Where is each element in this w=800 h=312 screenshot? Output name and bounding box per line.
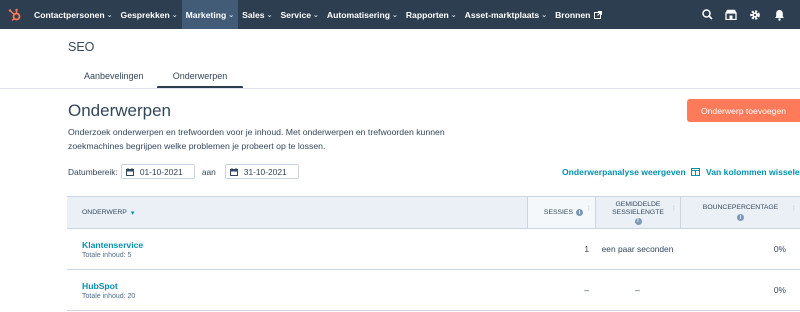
- chevron-down-icon: ⌄: [228, 11, 235, 19]
- date-from-field[interactable]: 01-10-2021: [120, 164, 195, 179]
- topic-link[interactable]: HubSpot: [82, 281, 118, 291]
- nav-item-sales[interactable]: Sales ⌄: [238, 0, 276, 29]
- date-separator: aan: [201, 166, 216, 177]
- date-to-field[interactable]: 31-10-2021: [224, 164, 299, 179]
- nav-item-gesprekken[interactable]: Gesprekken ⌄: [117, 0, 182, 29]
- nav-item-automatisering[interactable]: Automatisering ⌄: [323, 0, 402, 29]
- top-navigation: Contactpersonen ⌄ Gesprekken ⌄ Marketing ⌄ …: [0, 0, 800, 29]
- tab-onderwerpen[interactable]: Onderwerpen: [157, 63, 243, 89]
- nav-item-service[interactable]: Service ⌄: [276, 0, 322, 29]
- topics-table: ONDERWERP ▾ SESSIES i ⋮ GEMIDDELDE SESSI…: [67, 196, 800, 311]
- nav-item-asset-marktplaats[interactable]: Asset-marktplaats ⌄: [461, 0, 551, 29]
- hubspot-logo-icon[interactable]: [0, 0, 30, 29]
- column-header-topic[interactable]: ONDERWERP ▾: [67, 197, 527, 228]
- section-title: Onderwerpen: [68, 101, 172, 120]
- nav-item-bronnen[interactable]: Bronnen: [551, 0, 606, 29]
- switch-columns-link[interactable]: Van kolommen wisselen: [691, 167, 800, 177]
- tabs-divider: [0, 88, 800, 89]
- column-header-bounce-rate[interactable]: BOUNCEPERCENTAGE i ⋮: [680, 197, 800, 228]
- page-title: SEO: [68, 40, 95, 54]
- switch-columns-label: Van kolommen wisselen: [706, 167, 800, 177]
- notifications-icon[interactable]: [772, 8, 786, 22]
- topic-analysis-link[interactable]: Onderwerpanalyse weergeven: [562, 167, 686, 177]
- sessions-cell: 1: [584, 244, 589, 254]
- page-tabs: Aanbevelingen Onderwerpen: [68, 63, 243, 89]
- column-header-sessions[interactable]: SESSIES i ⋮: [527, 197, 595, 228]
- column-resize-icon[interactable]: ⋮: [671, 206, 677, 212]
- table-row: HubSpot Totale inhoud: 20 – – 0%: [67, 270, 800, 311]
- sessions-cell: –: [584, 285, 589, 295]
- info-icon[interactable]: i: [576, 209, 583, 216]
- external-link-icon: [594, 10, 603, 19]
- chevron-down-icon: ⌄: [313, 11, 319, 19]
- nav-utility-icons: [700, 0, 786, 29]
- topic-cell: HubSpot Totale inhoud: 20: [67, 270, 527, 310]
- topic-content-count: Totale inhoud: 5: [82, 251, 132, 259]
- settings-icon[interactable]: [748, 8, 762, 22]
- tab-aanbevelingen[interactable]: Aanbevelingen: [68, 63, 156, 88]
- chevron-down-icon: ⌄: [450, 11, 457, 19]
- column-resize-icon[interactable]: ⋮: [791, 206, 797, 212]
- chevron-down-icon: ⌄: [171, 11, 178, 19]
- info-icon[interactable]: i: [737, 214, 744, 221]
- topic-link[interactable]: Klantenservice: [82, 240, 143, 250]
- table-row: Klantenservice Totale inhoud: 5 1 een pa…: [67, 229, 800, 270]
- nav-item-marketing[interactable]: Marketing ⌄: [181, 0, 239, 29]
- chevron-down-icon: ⌄: [391, 11, 398, 19]
- chevron-down-icon: ⌄: [106, 11, 113, 19]
- nav-item-rapporten[interactable]: Rapporten ⌄: [402, 0, 461, 29]
- chevron-down-icon: ⌄: [266, 11, 273, 19]
- session-length-cell: –: [635, 284, 640, 295]
- topic-content-count: Totale inhoud: 20: [82, 292, 136, 300]
- column-resize-icon[interactable]: ⋮: [586, 206, 592, 212]
- date-range: Datumbereik: 01-10-2021 aan 31-10-2021: [68, 164, 299, 179]
- sort-descending-icon: ▾: [130, 209, 135, 217]
- add-topic-button[interactable]: Onderwerp toevoegen: [687, 99, 800, 122]
- date-range-label: Datumbereik:: [68, 166, 118, 177]
- info-icon[interactable]: i: [634, 217, 642, 225]
- search-icon[interactable]: [700, 8, 714, 22]
- date-to-value: 31-10-2021: [243, 166, 287, 177]
- marketplace-icon[interactable]: [724, 8, 738, 22]
- table-header: ONDERWERP ▾ SESSIES i ⋮ GEMIDDELDE SESSI…: [67, 196, 800, 229]
- nav-item-contactpersonen[interactable]: Contactpersonen ⌄: [30, 0, 117, 29]
- date-from-value: 01-10-2021: [139, 166, 183, 177]
- chevron-down-icon: ⌄: [541, 11, 548, 19]
- column-header-average-session-length[interactable]: GEMIDDELDE SESSIELENGTE i ⋮: [595, 197, 680, 228]
- calendar-icon: [125, 167, 134, 176]
- session-length-cell: een paar seconden: [601, 243, 674, 254]
- bounce-rate-cell: 0%: [773, 244, 786, 254]
- bounce-rate-cell: 0%: [773, 285, 786, 295]
- section-description: Onderzoek onderwerpen en trefwoorden voo…: [68, 127, 445, 151]
- columns-icon: [691, 168, 700, 176]
- topic-cell: Klantenservice Totale inhoud: 5: [67, 229, 527, 269]
- calendar-icon: [229, 167, 238, 176]
- nav-menu: Contactpersonen ⌄ Gesprekken ⌄ Marketing ⌄ …: [30, 0, 606, 29]
